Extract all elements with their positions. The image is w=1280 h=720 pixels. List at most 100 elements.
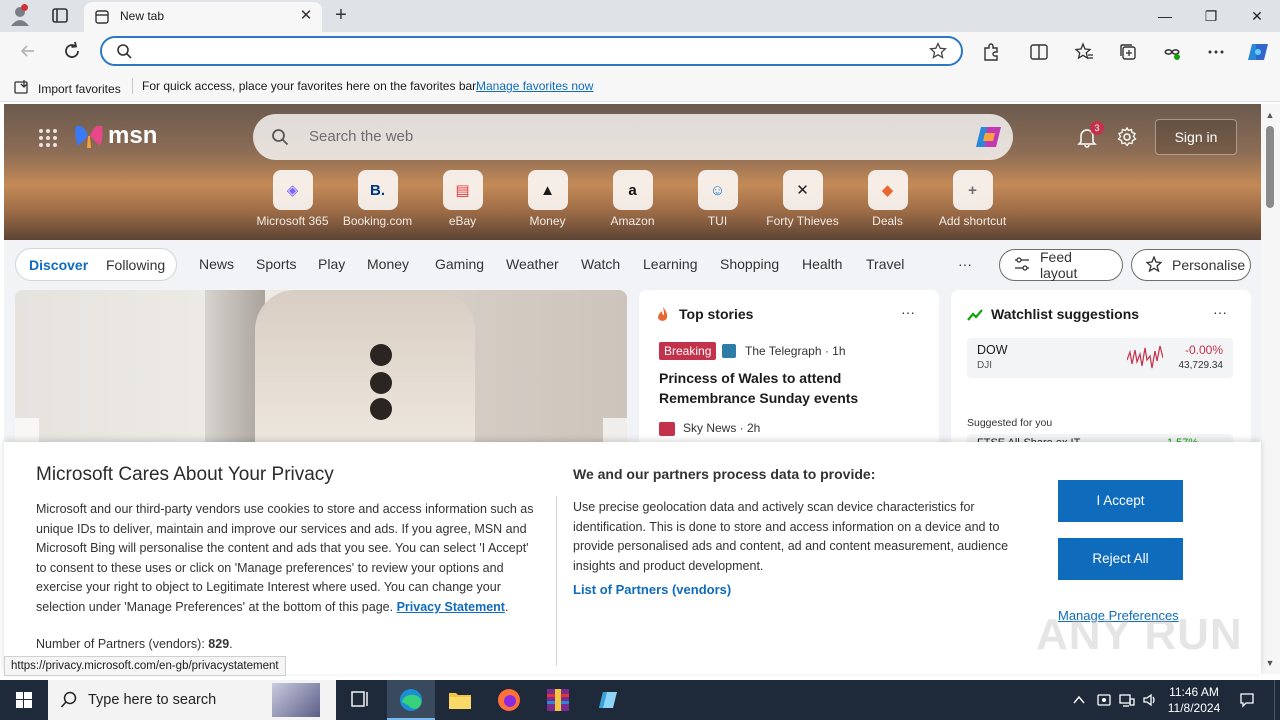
shortcut-amazon[interactable]: a Amazon bbox=[590, 170, 675, 228]
privacy-divider bbox=[556, 496, 557, 666]
volume-icon[interactable] bbox=[1142, 692, 1158, 708]
watchlist-row[interactable]: DOW DJI -0.00% 43,729.34 bbox=[967, 338, 1233, 378]
nav-link-gaming[interactable]: Gaming bbox=[435, 256, 484, 272]
back-button[interactable] bbox=[16, 39, 40, 63]
shortcut-label: Booking.com bbox=[342, 214, 413, 228]
nav-link-news[interactable]: News bbox=[199, 256, 234, 272]
minimize-button[interactable]: — bbox=[1142, 0, 1188, 32]
close-tab-icon[interactable]: ✕ bbox=[298, 8, 314, 24]
address-bar[interactable] bbox=[100, 36, 963, 66]
tray-chevron-icon[interactable] bbox=[1071, 692, 1087, 708]
show-desktop-button[interactable] bbox=[1274, 680, 1280, 720]
file-explorer-icon[interactable] bbox=[436, 680, 484, 720]
shortcut-label: Forty Thieves bbox=[766, 214, 839, 228]
more-options-icon[interactable] bbox=[1206, 42, 1226, 62]
shortcut-tui[interactable]: ☺ TUI bbox=[675, 170, 760, 228]
reject-all-button[interactable]: Reject All bbox=[1058, 538, 1183, 580]
page-scrollbar[interactable]: ▲ ▼ bbox=[1261, 104, 1280, 674]
collections-icon[interactable] bbox=[1118, 42, 1138, 62]
task-view-icon[interactable] bbox=[336, 680, 384, 720]
taskbar-search-box[interactable]: Type here to search bbox=[48, 680, 336, 720]
tab-discover[interactable]: Discover bbox=[29, 257, 88, 273]
nav-link-money[interactable]: Money bbox=[367, 256, 409, 272]
tab-new-tab[interactable]: New tab ✕ bbox=[84, 2, 322, 32]
top-stories-title: Top stories bbox=[679, 306, 754, 322]
story-source: The Telegraph · 1h bbox=[745, 344, 846, 358]
nav-link-sports[interactable]: Sports bbox=[256, 256, 296, 272]
feed-layout-button[interactable]: Feed layout bbox=[999, 249, 1123, 281]
nav-link-travel[interactable]: Travel bbox=[866, 256, 904, 272]
privacy-title: Microsoft Cares About Your Privacy bbox=[36, 464, 334, 485]
web-search-bar[interactable]: Search the web bbox=[253, 114, 1013, 160]
favorites-hint: For quick access, place your favorites h… bbox=[142, 79, 479, 93]
start-button[interactable] bbox=[0, 680, 48, 720]
partners-count: 829 bbox=[208, 637, 230, 651]
shortcut-booking-com[interactable]: B. Booking.com bbox=[335, 170, 420, 228]
new-tab-page-icon bbox=[94, 9, 110, 25]
photo-coat-button bbox=[370, 372, 392, 394]
accept-button[interactable]: I Accept bbox=[1058, 480, 1183, 522]
nav-link-play[interactable]: Play bbox=[318, 256, 345, 272]
meet-now-icon[interactable] bbox=[1096, 692, 1112, 708]
story-headline[interactable]: Princess of Wales to attend Remembrance … bbox=[659, 368, 899, 408]
address-input[interactable] bbox=[142, 41, 922, 61]
shortcut-label: Microsoft 365 bbox=[256, 214, 329, 228]
personalise-button[interactable]: Personalise bbox=[1131, 249, 1251, 281]
close-window-button[interactable]: ✕ bbox=[1234, 0, 1280, 32]
tab-strip: New tab ✕ + — ❐ ✕ bbox=[0, 0, 1280, 32]
ticker-symbol: DOW bbox=[977, 343, 1008, 357]
favorites-icon[interactable] bbox=[1074, 42, 1094, 62]
new-tab-button[interactable]: + bbox=[330, 5, 352, 27]
nav-link-learning[interactable]: Learning bbox=[643, 256, 698, 272]
nav-link-health[interactable]: Health bbox=[802, 256, 842, 272]
privacy-statement-link[interactable]: Privacy Statement bbox=[397, 600, 505, 614]
nav-more-button[interactable]: ··· bbox=[958, 256, 972, 272]
firefox-icon[interactable] bbox=[485, 680, 533, 720]
split-screen-icon[interactable] bbox=[1029, 42, 1049, 62]
favbar-divider bbox=[132, 78, 133, 94]
shortcut-add-shortcut[interactable]: + Add shortcut bbox=[930, 170, 1015, 228]
shortcut-deals[interactable]: ◆ Deals bbox=[845, 170, 930, 228]
hero-news-image[interactable] bbox=[15, 290, 627, 450]
notifications-center-icon[interactable] bbox=[1239, 692, 1255, 708]
sign-in-button[interactable]: Sign in bbox=[1155, 119, 1237, 155]
scroll-up-arrow[interactable]: ▲ bbox=[1265, 110, 1275, 120]
settings-gear-icon[interactable] bbox=[1116, 126, 1138, 148]
network-icon[interactable] bbox=[1119, 692, 1135, 708]
scrollbar-thumb[interactable] bbox=[1266, 126, 1274, 208]
tab-actions-icon[interactable] bbox=[46, 6, 74, 26]
shortcut-money[interactable]: ▲ Money bbox=[505, 170, 590, 228]
shortcut-tile-icon: ▲ bbox=[527, 170, 568, 210]
manage-favorites-link[interactable]: Manage favorites now bbox=[476, 79, 593, 93]
refresh-button[interactable] bbox=[60, 39, 84, 63]
extensions-icon[interactable] bbox=[981, 42, 1001, 62]
shortcut-label: eBay bbox=[448, 214, 477, 228]
restore-button[interactable]: ❐ bbox=[1188, 0, 1234, 32]
taskbar-search-placeholder: Type here to search bbox=[88, 692, 217, 708]
nav-link-watch[interactable]: Watch bbox=[581, 256, 620, 272]
taskbar-clock[interactable]: 11:46 AM 11/8/2024 bbox=[1160, 684, 1228, 716]
nav-link-weather[interactable]: Weather bbox=[506, 256, 559, 272]
copilot-icon[interactable] bbox=[1246, 40, 1270, 64]
edge-taskbar-icon[interactable] bbox=[387, 680, 435, 720]
tab-following[interactable]: Following bbox=[106, 257, 165, 273]
status-bar-url: https://privacy.microsoft.com/en-gb/priv… bbox=[4, 656, 286, 676]
browser-essentials-icon[interactable] bbox=[1162, 42, 1182, 62]
nav-link-shopping[interactable]: Shopping bbox=[720, 256, 779, 272]
shortcut-microsoft-365[interactable]: ◈ Microsoft 365 bbox=[250, 170, 335, 228]
winrar-icon[interactable] bbox=[534, 680, 582, 720]
shortcut-tile-icon: ▤ bbox=[442, 170, 483, 210]
copilot-icon[interactable] bbox=[973, 122, 1005, 152]
favorite-star-icon[interactable] bbox=[929, 41, 947, 60]
app-launcher-icon[interactable] bbox=[38, 128, 58, 148]
story-source: Sky News · 2h bbox=[683, 421, 761, 435]
vendors-list-link[interactable]: List of Partners (vendors) bbox=[573, 582, 731, 597]
msn-logo[interactable]: msn bbox=[74, 122, 157, 150]
shortcut-ebay[interactable]: ▤ eBay bbox=[420, 170, 505, 228]
notepad-icon[interactable] bbox=[583, 680, 631, 720]
shortcut-forty-thieves[interactable]: ✕ Forty Thieves bbox=[760, 170, 845, 228]
import-favorites-button[interactable]: Import favorites bbox=[14, 79, 121, 98]
top-stories-more-button[interactable]: ··· bbox=[901, 304, 915, 320]
watchlist-more-button[interactable]: ··· bbox=[1213, 304, 1227, 320]
scroll-down-arrow[interactable]: ▼ bbox=[1265, 658, 1275, 668]
